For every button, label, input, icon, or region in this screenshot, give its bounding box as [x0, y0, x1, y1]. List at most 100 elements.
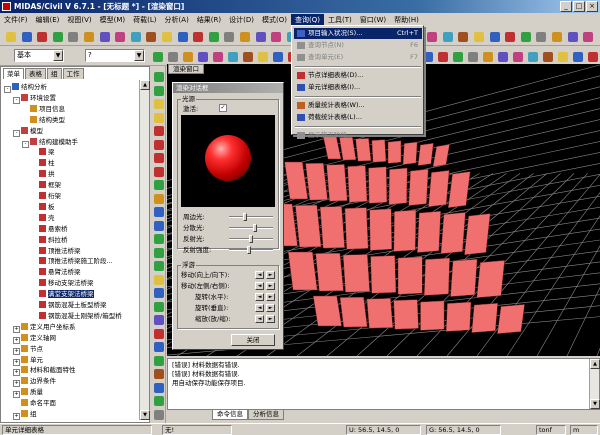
step-right-button[interactable]: ►	[266, 315, 275, 323]
toolbar-button[interactable]	[195, 49, 209, 63]
toolbar-button[interactable]	[510, 49, 524, 63]
toolbar-button[interactable]	[424, 29, 438, 43]
toolbar-button[interactable]	[455, 29, 469, 43]
view-tool-icon[interactable]	[154, 220, 164, 231]
toolbar-button[interactable]	[225, 49, 239, 63]
slider-knob[interactable]	[253, 224, 257, 232]
mesh-element[interactable]	[397, 256, 423, 295]
tree-item[interactable]: 移动支架法桥梁	[31, 278, 94, 288]
toolbar-button[interactable]	[471, 29, 485, 43]
output-tab[interactable]: 分析信息	[248, 410, 284, 420]
tree-item[interactable]: + 质量	[13, 387, 43, 399]
menu-item[interactable]: 荷载(L)	[129, 14, 160, 26]
toolbar-button[interactable]	[128, 29, 142, 43]
enable-checkbox[interactable]: ✓	[219, 104, 227, 112]
maximize-button[interactable]: □	[573, 1, 585, 12]
toolbar-button[interactable]	[180, 49, 194, 63]
close-button[interactable]: ×	[586, 1, 598, 12]
tree-item[interactable]: 梁	[31, 147, 55, 157]
view-tool-icon[interactable]	[154, 342, 164, 352]
step-right-button[interactable]: ►	[266, 282, 275, 290]
tree-item[interactable]: + 节点	[13, 344, 43, 355]
view-tool-icon[interactable]	[154, 126, 164, 136]
menu-item[interactable]: 编辑(E)	[32, 14, 64, 26]
output-scrollbar[interactable]: ▲ ▼	[589, 359, 600, 409]
force-unit-select[interactable]: tonf	[536, 425, 566, 435]
toolbar-button[interactable]	[480, 49, 494, 63]
view-tool-icon[interactable]	[154, 355, 164, 366]
view-tool-icon[interactable]	[154, 288, 164, 298]
tree-item[interactable]: 命名平面	[13, 398, 56, 408]
menu-item[interactable]: 视图(V)	[63, 14, 95, 26]
menu-item[interactable]: 分析(A)	[161, 14, 193, 26]
step-right-button[interactable]: ►	[266, 293, 275, 301]
mesh-element[interactable]	[423, 257, 450, 296]
expand-toggle-icon[interactable]: +	[13, 413, 20, 420]
mesh-element[interactable]	[428, 170, 450, 207]
tree-item[interactable]: + 组	[13, 409, 37, 420]
menu-item[interactable]: 模式(O)	[258, 14, 291, 26]
tree-scrollbar[interactable]: ▲ ▼	[139, 80, 150, 420]
view-tool-icon[interactable]	[154, 193, 164, 204]
view-tool-icon[interactable]	[154, 99, 164, 109]
mesh-element[interactable]	[420, 300, 445, 331]
mesh-element[interactable]	[371, 139, 387, 163]
expand-toggle-icon[interactable]: -	[13, 96, 20, 104]
light-slider[interactable]	[229, 227, 273, 229]
step-left-button[interactable]: ◄	[255, 315, 264, 323]
mesh-element[interactable]	[342, 254, 371, 293]
tree-item[interactable]: + 材料和截面特性	[13, 365, 76, 377]
toolbar-button[interactable]	[565, 29, 579, 43]
tree-item[interactable]: 悬臂法桥梁	[31, 267, 81, 277]
tree-item[interactable]: 钢筋混凝土刚架桥/箱型桥	[31, 311, 122, 321]
mesh-element[interactable]	[417, 210, 441, 253]
mesh-element[interactable]	[445, 301, 472, 332]
toolbar-button[interactable]	[206, 29, 220, 43]
toolbar-button[interactable]	[237, 29, 251, 43]
toolbar-button[interactable]	[525, 49, 539, 63]
toolbar-button[interactable]	[175, 29, 189, 43]
view-tool-icon[interactable]	[154, 247, 164, 258]
view-tool-icon[interactable]	[154, 369, 164, 379]
toolbar-button[interactable]	[97, 29, 111, 43]
scroll-up-icon[interactable]: ▲	[140, 80, 150, 90]
mesh-element[interactable]	[326, 164, 348, 202]
view-tool-icon[interactable]	[154, 153, 164, 163]
mesh-element[interactable]	[393, 299, 419, 330]
toolbar-button[interactable]	[190, 29, 204, 43]
view-tool-icon[interactable]	[154, 274, 164, 285]
tree-item[interactable]: 顶推法桥梁	[31, 246, 81, 256]
step-left-button[interactable]: ◄	[255, 271, 264, 279]
output-tab[interactable]: 命令信息	[212, 410, 248, 420]
toolbar-button[interactable]	[533, 29, 547, 43]
chevron-down-icon[interactable]: ▼	[53, 50, 63, 61]
mesh-element[interactable]	[447, 171, 471, 209]
slider-knob[interactable]	[249, 235, 253, 243]
toolbar-button[interactable]	[487, 29, 501, 43]
query-menu-item[interactable]: 项目输入状况(S)... Ctrl+T	[294, 28, 422, 39]
toolbar-button[interactable]	[268, 29, 282, 43]
toolbar-button[interactable]	[253, 29, 267, 43]
toolbar-button[interactable]	[210, 49, 224, 63]
step-left-button[interactable]: ◄	[255, 304, 264, 312]
toolbar-button[interactable]	[518, 29, 532, 43]
tree-item[interactable]: + 定义用户坐标系	[13, 322, 76, 333]
tree-item[interactable]: - 结构分析	[4, 82, 47, 93]
query-menu-item[interactable]: 节点详细表格(D)...	[294, 70, 422, 81]
tab-2[interactable]: 表格	[25, 68, 46, 79]
view-tool-icon[interactable]	[154, 180, 164, 190]
light-slider[interactable]	[229, 216, 273, 218]
mesh-element[interactable]	[369, 208, 393, 251]
menu-item[interactable]: 工具(T)	[324, 14, 356, 26]
toolbar-button[interactable]	[81, 29, 95, 43]
toolbar-button[interactable]	[112, 29, 126, 43]
tree-item[interactable]: 柱	[31, 158, 55, 168]
tree-item[interactable]: 结构类型	[22, 115, 65, 125]
step-left-button[interactable]: ◄	[255, 282, 264, 290]
menu-item[interactable]: 查询(Q)	[290, 13, 324, 26]
toolbar-button[interactable]	[255, 49, 269, 63]
light-slider[interactable]	[229, 249, 273, 251]
view-tool-icon[interactable]	[154, 396, 164, 406]
toolbar-button[interactable]	[540, 49, 554, 63]
toolbar-button[interactable]	[270, 49, 284, 63]
